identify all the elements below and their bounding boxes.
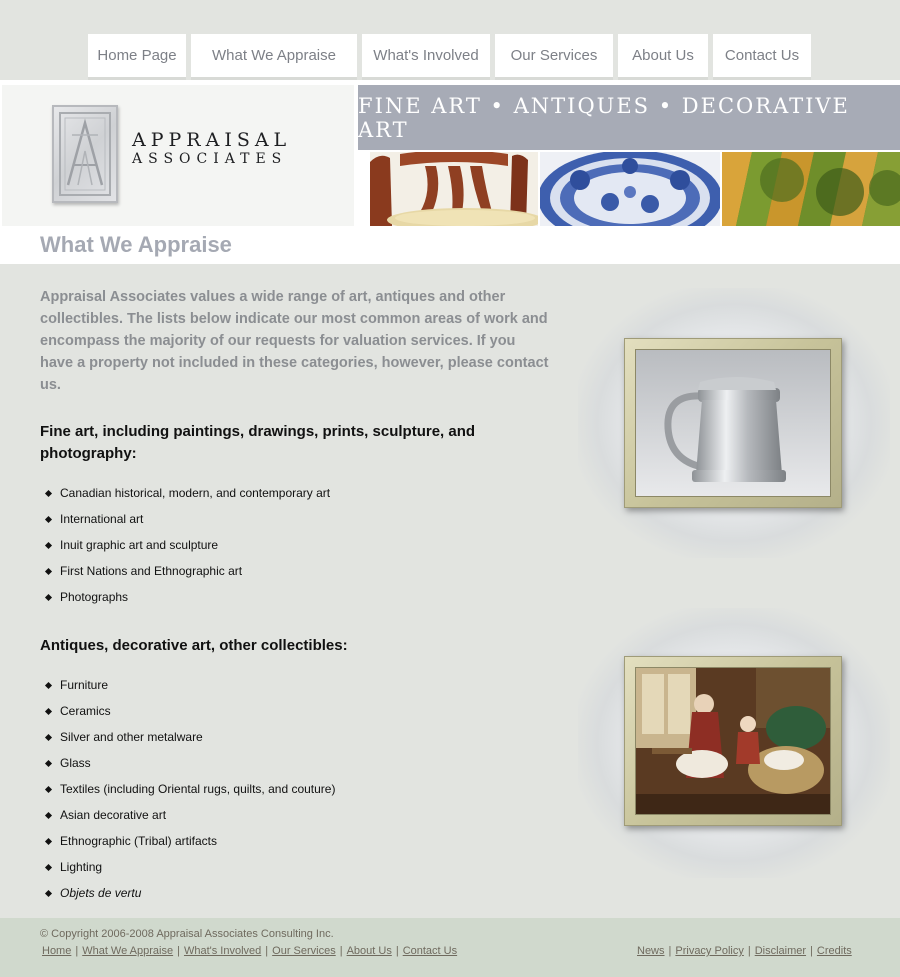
nav-our-services[interactable]: Our Services bbox=[495, 34, 613, 80]
painting-frame bbox=[624, 656, 842, 826]
nav-about-us[interactable]: About Us bbox=[618, 34, 708, 80]
list-item: Silver and other metalware bbox=[40, 724, 335, 750]
fabric-photo bbox=[722, 152, 900, 226]
nav-what-we-appraise[interactable]: What We Appraise bbox=[191, 34, 357, 80]
silver-tankard-image bbox=[635, 349, 831, 497]
fine-art-heading: Fine art, including paintings, drawings,… bbox=[40, 423, 476, 462]
copyright-text: © Copyright 2006-2008 Appraisal Associat… bbox=[40, 928, 334, 940]
logo-subtitle: ASSOCIATES bbox=[132, 151, 288, 167]
nav-home-page[interactable]: Home Page bbox=[88, 34, 186, 80]
footer-nav-right: News | Privacy Policy | Disclaimer | Credits bbox=[637, 945, 852, 957]
domestic-painting-image bbox=[635, 667, 831, 815]
list-item: Asian decorative art bbox=[40, 802, 335, 828]
separator: | bbox=[265, 945, 269, 957]
site-logo[interactable]: APPRAISAL ASSOCIATES bbox=[2, 85, 354, 226]
antiques-heading: Antiques, decorative art, other collecti… bbox=[40, 637, 348, 654]
nav-whats-involved[interactable]: What's Involved bbox=[362, 34, 490, 80]
footer-link-home[interactable]: Home bbox=[42, 945, 71, 957]
page-title: What We Appraise bbox=[40, 232, 232, 257]
list-item: Canadian historical, modern, and contemp… bbox=[40, 480, 330, 506]
intro-paragraph: Appraisal Associates values a wide range… bbox=[40, 289, 549, 393]
plate-photo bbox=[540, 152, 720, 226]
separator: | bbox=[395, 945, 399, 957]
list-item: International art bbox=[40, 506, 330, 532]
antiques-list: Furniture Ceramics Silver and other meta… bbox=[40, 672, 335, 906]
list-item: Ceramics bbox=[40, 698, 335, 724]
list-item: Glass bbox=[40, 750, 335, 776]
separator: | bbox=[810, 945, 813, 957]
separator: | bbox=[75, 945, 79, 957]
top-navigation: Home Page What We Appraise What's Involv… bbox=[0, 0, 900, 80]
footer-link-our-services[interactable]: Our Services bbox=[272, 945, 336, 957]
tankard-frame bbox=[624, 338, 842, 508]
list-item: Photographs bbox=[40, 584, 330, 610]
footer-link-credits[interactable]: Credits bbox=[817, 945, 852, 957]
list-item: First Nations and Ethnographic art bbox=[40, 558, 330, 584]
footer: © Copyright 2006-2008 Appraisal Associat… bbox=[0, 918, 900, 977]
list-item: Objets de vertu bbox=[40, 880, 335, 906]
banner-text: FINE ART • ANTIQUES • DECORATIVE ART bbox=[358, 93, 850, 142]
footer-nav-left: Home | What We Appraise | What's Involved | Ou… bbox=[42, 945, 457, 957]
separator: | bbox=[177, 945, 180, 957]
fine-art-list: Canadian historical, modern, and contemp… bbox=[40, 480, 330, 610]
list-item: Furniture bbox=[40, 672, 335, 698]
footer-link-about-us[interactable]: About Us bbox=[347, 945, 392, 957]
footer-link-privacy-policy[interactable]: Privacy Policy bbox=[675, 945, 743, 957]
list-item: Lighting bbox=[40, 854, 335, 880]
footer-link-what-we-appraise[interactable]: What We Appraise bbox=[82, 945, 173, 957]
list-item: Textiles (including Oriental rugs, quilt… bbox=[40, 776, 335, 802]
footer-link-contact-us[interactable]: Contact Us bbox=[403, 945, 457, 957]
separator: | bbox=[668, 945, 672, 957]
footer-link-news[interactable]: News bbox=[637, 945, 665, 957]
logo-title: APPRAISAL bbox=[132, 129, 292, 151]
chair-photo bbox=[370, 152, 538, 226]
list-item: Ethnographic (Tribal) artifacts bbox=[40, 828, 335, 854]
footer-link-whats-involved[interactable]: What's Involved bbox=[184, 945, 261, 957]
separator: | bbox=[339, 945, 343, 957]
header-banner: FINE ART • ANTIQUES • DECORATIVE ART bbox=[358, 85, 900, 150]
logo-monogram-icon bbox=[52, 105, 118, 203]
list-item: Inuit graphic art and sculpture bbox=[40, 532, 330, 558]
nav-contact-us[interactable]: Contact Us bbox=[713, 34, 811, 80]
footer-link-disclaimer[interactable]: Disclaimer bbox=[755, 945, 806, 957]
separator: | bbox=[747, 945, 751, 957]
